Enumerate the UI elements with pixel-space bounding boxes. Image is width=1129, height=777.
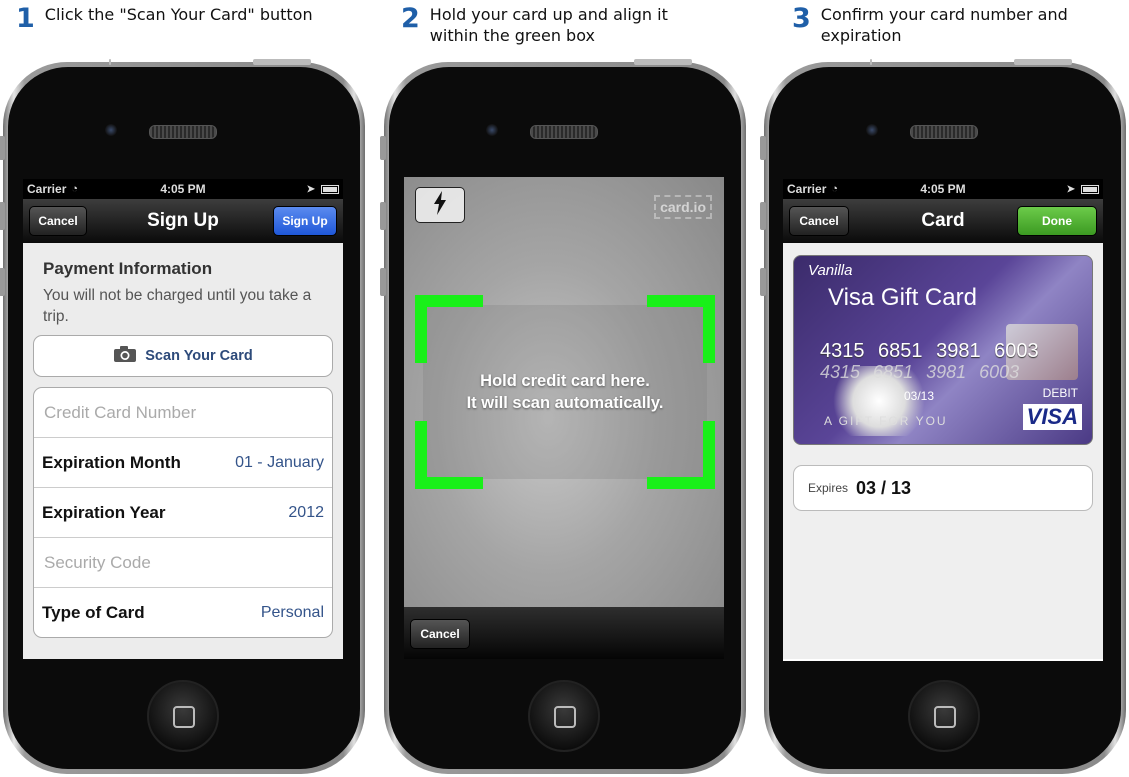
card-expiry: 03/13 (904, 389, 935, 403)
step-text: Hold your card up and align it within th… (429, 5, 668, 45)
status-time: 4:05 PM (920, 182, 966, 196)
scan-instructions: Hold credit card here. It will scan auto… (415, 370, 715, 414)
home-button[interactable] (147, 680, 219, 752)
status-time: 4:05 PM (160, 182, 206, 196)
earpiece-speaker (530, 125, 598, 139)
card-fields-group: Credit Card Number Expiration Month 01 -… (33, 387, 333, 638)
cardio-logo: card.io (654, 195, 712, 219)
nav-bar: Cancel Card Done (783, 199, 1103, 243)
volume-up-button (380, 202, 386, 230)
card-name: Visa Gift Card (828, 284, 977, 311)
phone-scanner: card.io Hold credit card here. It will s… (380, 59, 746, 774)
volume-down-button (380, 268, 386, 296)
guide-corner-bottom-left (415, 421, 483, 489)
payment-form: Payment Information You will not be char… (23, 243, 343, 659)
mute-switch (380, 136, 386, 160)
card-debit-label: DEBIT (1042, 386, 1078, 400)
battery-icon (1081, 184, 1099, 194)
step-2-caption: 2 Hold your card up and align it within … (401, 4, 720, 46)
cancel-button[interactable]: Cancel (410, 619, 470, 649)
expiration-month-value: 01 - January (235, 453, 324, 471)
status-bar: Carrier ◔ 4:05 PM ➤ (23, 179, 343, 199)
expiration-month-label: Expiration Month (42, 452, 181, 472)
expiration-year-value: 2012 (288, 503, 324, 521)
step-number: 3 (792, 3, 811, 34)
card-number: 4315 6851 3981 6003 (820, 340, 1039, 362)
card-brand: Vanilla (808, 262, 853, 279)
scan-instruction-line-2: It will scan automatically. (466, 394, 664, 412)
card-type-label: Type of Card (42, 602, 145, 622)
scan-your-card-button[interactable]: Scan Your Card (33, 335, 333, 377)
phone-top-edge (870, 59, 872, 65)
front-camera (105, 124, 117, 136)
sign-up-button[interactable]: Sign Up (273, 206, 337, 236)
scanned-card-image: Vanilla Visa Gift Card 4315 6851 3981 60… (793, 255, 1093, 445)
expires-label: Expires (808, 481, 849, 495)
guide-corner-bottom-right (647, 421, 715, 489)
confirm-screen: Carrier ◔ 4:05 PM ➤ Cancel Card Done Van… (783, 179, 1103, 661)
signup-screen: Carrier ◔ 4:05 PM ➤ Cancel Sign Up Sign … (23, 179, 343, 659)
scan-instruction-line-1: Hold credit card here. (480, 372, 650, 390)
power-button (1014, 59, 1072, 65)
card-type-row[interactable]: Type of Card Personal (34, 588, 332, 637)
earpiece-speaker (149, 125, 217, 139)
volume-down-button (760, 268, 766, 296)
step-number: 2 (401, 3, 420, 34)
security-code-field[interactable]: Security Code (34, 538, 332, 588)
home-button[interactable] (528, 680, 600, 752)
visa-logo: VISA (1022, 404, 1082, 430)
confirm-content: Vanilla Visa Gift Card 4315 6851 3981 60… (783, 243, 1103, 659)
camera-icon (113, 345, 137, 367)
card-number-placeholder: Credit Card Number (44, 402, 197, 422)
volume-up-button (760, 202, 766, 230)
earpiece-speaker (910, 125, 978, 139)
scan-your-card-label: Scan Your Card (145, 348, 253, 364)
expires-field[interactable]: Expires 03 / 13 (793, 465, 1093, 511)
scanner-screen: card.io Hold credit card here. It will s… (404, 177, 724, 659)
expiration-year-row[interactable]: Expiration Year 2012 (34, 488, 332, 538)
phone-confirm: Carrier ◔ 4:05 PM ➤ Cancel Card Done Van… (760, 59, 1126, 774)
power-button (634, 59, 692, 65)
done-button[interactable]: Done (1017, 206, 1097, 236)
card-type-value: Personal (260, 603, 324, 621)
battery-icon (321, 184, 339, 194)
expiration-year-label: Expiration Year (42, 502, 166, 522)
power-button (253, 59, 311, 65)
expires-value: 03 / 13 (856, 477, 912, 498)
flash-icon (432, 190, 448, 220)
card-number-field[interactable]: Credit Card Number (34, 388, 332, 438)
guide-corner-top-right (647, 295, 715, 363)
step-1-caption: 1 Click the "Scan Your Card" button (16, 4, 335, 34)
step-text: Click the "Scan Your Card" button (44, 5, 313, 24)
status-bar: Carrier ◔ 4:05 PM ➤ (783, 179, 1103, 199)
scan-guide-box: Hold credit card here. It will scan auto… (415, 295, 715, 489)
step-3-caption: 3 Confirm your card number and expiratio… (792, 4, 1081, 46)
volume-up-button (0, 202, 5, 230)
card-number-embossed: 4315 6851 3981 6003 (820, 362, 1020, 382)
card-gift-text: A GIFT FOR YOU (824, 414, 948, 428)
camera-toolbar: Cancel (404, 607, 724, 659)
mute-switch (0, 136, 5, 160)
security-code-placeholder: Security Code (44, 552, 151, 572)
front-camera (866, 124, 878, 136)
step-text: Confirm your card number and expiration (820, 5, 1068, 45)
front-camera (486, 124, 498, 136)
step-number: 1 (16, 3, 35, 34)
mute-switch (760, 136, 766, 160)
home-button[interactable] (908, 680, 980, 752)
guide-corner-top-left (415, 295, 483, 363)
section-title: Payment Information (43, 259, 213, 278)
section-subtitle: You will not be charged until you take a… (43, 287, 312, 325)
volume-down-button (0, 268, 5, 296)
phone-top-edge (109, 59, 111, 65)
expiration-month-row[interactable]: Expiration Month 01 - January (34, 438, 332, 488)
flash-toggle-button[interactable] (415, 187, 465, 223)
nav-bar: Cancel Sign Up Sign Up (23, 199, 343, 243)
phone-signup: Carrier ◔ 4:05 PM ➤ Cancel Sign Up Sign … (0, 59, 365, 774)
